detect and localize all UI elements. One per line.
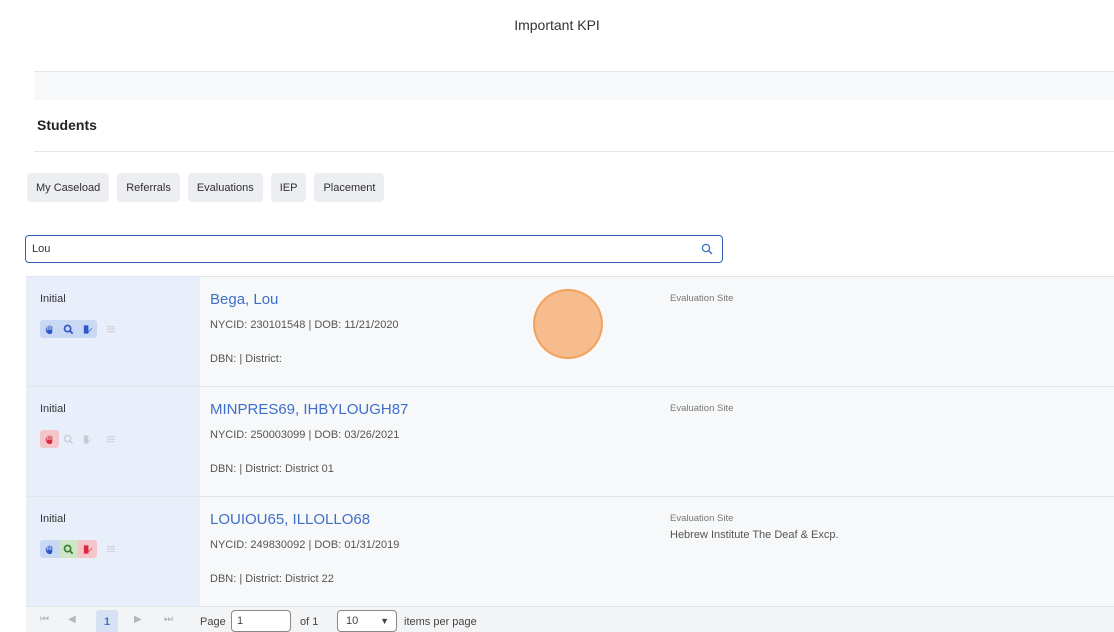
student-ids: NYCID: 249830092 | DOB: 01/31/2019 <box>210 539 400 551</box>
magnifier-icon[interactable] <box>59 430 78 448</box>
student-name-link[interactable]: Bega, Lou <box>210 291 278 308</box>
student-district: DBN: | District: District 22 <box>210 573 334 585</box>
referral-type: Initial <box>40 403 66 415</box>
list-item: Initial MINPRES69, IHBYLOUGH87 NYCID: 25… <box>26 387 1114 497</box>
page-size-select[interactable]: 10 ▼ <box>337 610 397 632</box>
section-title: Students <box>37 117 97 133</box>
hand-icon[interactable] <box>40 540 59 558</box>
hand-icon[interactable] <box>40 430 59 448</box>
search-box <box>25 235 723 263</box>
tab-referrals[interactable]: Referrals <box>117 173 180 202</box>
document-edit-icon[interactable] <box>78 320 97 338</box>
student-list: Initial Bega, Lou NYCID: 230101548 | DOB… <box>26 276 1114 607</box>
page-number-current[interactable]: 1 <box>96 610 118 632</box>
evaluation-site-label: Evaluation Site <box>670 403 734 414</box>
evaluation-site-label: Evaluation Site <box>670 513 734 524</box>
student-name-link[interactable]: MINPRES69, IHBYLOUGH87 <box>210 401 408 418</box>
magnifier-icon[interactable] <box>59 540 78 558</box>
student-status-panel: Initial <box>26 387 200 496</box>
search-input[interactable] <box>26 236 686 261</box>
document-edit-icon[interactable] <box>78 430 97 448</box>
page-count-label: of 1 <box>300 616 319 628</box>
evaluation-site-label: Evaluation Site <box>670 293 734 304</box>
list-item: Initial Bega, Lou NYCID: 230101548 | DOB… <box>26 277 1114 387</box>
search-icon[interactable] <box>698 240 716 258</box>
page-label: Page <box>200 616 226 628</box>
page-size-value: 10 <box>346 615 359 627</box>
referral-type: Initial <box>40 293 66 305</box>
pagination-bar: ⏮ ◀ 1 ▶ ⏭ Page 1 of 1 10 ▼ items per page <box>26 606 1114 632</box>
page-input[interactable]: 1 <box>231 610 291 632</box>
divider <box>34 151 1114 152</box>
student-ids: NYCID: 230101548 | DOB: 11/21/2020 <box>210 319 399 331</box>
next-page-button[interactable]: ▶ <box>134 614 142 625</box>
list-item: Initial LOUIOU65, ILLOLLO68 NYCID: 24983… <box>26 497 1114 607</box>
action-icons <box>40 430 120 448</box>
student-status-panel: Initial <box>26 497 200 606</box>
action-icons <box>40 320 120 338</box>
prev-page-button[interactable]: ◀ <box>68 614 76 625</box>
student-status-panel: Initial <box>26 277 200 386</box>
caret-down-icon: ▼ <box>380 616 389 626</box>
action-icons <box>40 540 120 558</box>
last-page-button[interactable]: ⏭ <box>164 614 173 625</box>
referral-type: Initial <box>40 513 66 525</box>
tab-my-caseload[interactable]: My Caseload <box>27 173 110 202</box>
student-name-link[interactable]: LOUIOU65, ILLOLLO68 <box>210 511 370 528</box>
evaluation-site-value: Hebrew Institute The Deaf & Excp. <box>670 529 839 541</box>
filter-tabs: My Caseload Referrals Evaluations IEP Pl… <box>27 173 385 202</box>
student-district: DBN: | District: District 01 <box>210 463 334 475</box>
list-icon <box>101 430 120 448</box>
header-band <box>34 72 1114 100</box>
student-ids: NYCID: 250003099 | DOB: 03/26/2021 <box>210 429 400 441</box>
hand-icon[interactable] <box>40 320 59 338</box>
first-page-button[interactable]: ⏮ <box>40 614 49 625</box>
page-title: Important KPI <box>514 17 600 33</box>
tab-placement[interactable]: Placement <box>314 173 385 202</box>
magnifier-icon[interactable] <box>59 320 78 338</box>
document-edit-icon[interactable] <box>78 540 97 558</box>
student-district: DBN: | District: <box>210 353 282 365</box>
list-icon <box>101 540 120 558</box>
items-per-page-label: items per page <box>404 616 477 628</box>
list-icon <box>101 320 120 338</box>
tab-iep[interactable]: IEP <box>270 173 307 202</box>
tab-evaluations[interactable]: Evaluations <box>187 173 263 202</box>
